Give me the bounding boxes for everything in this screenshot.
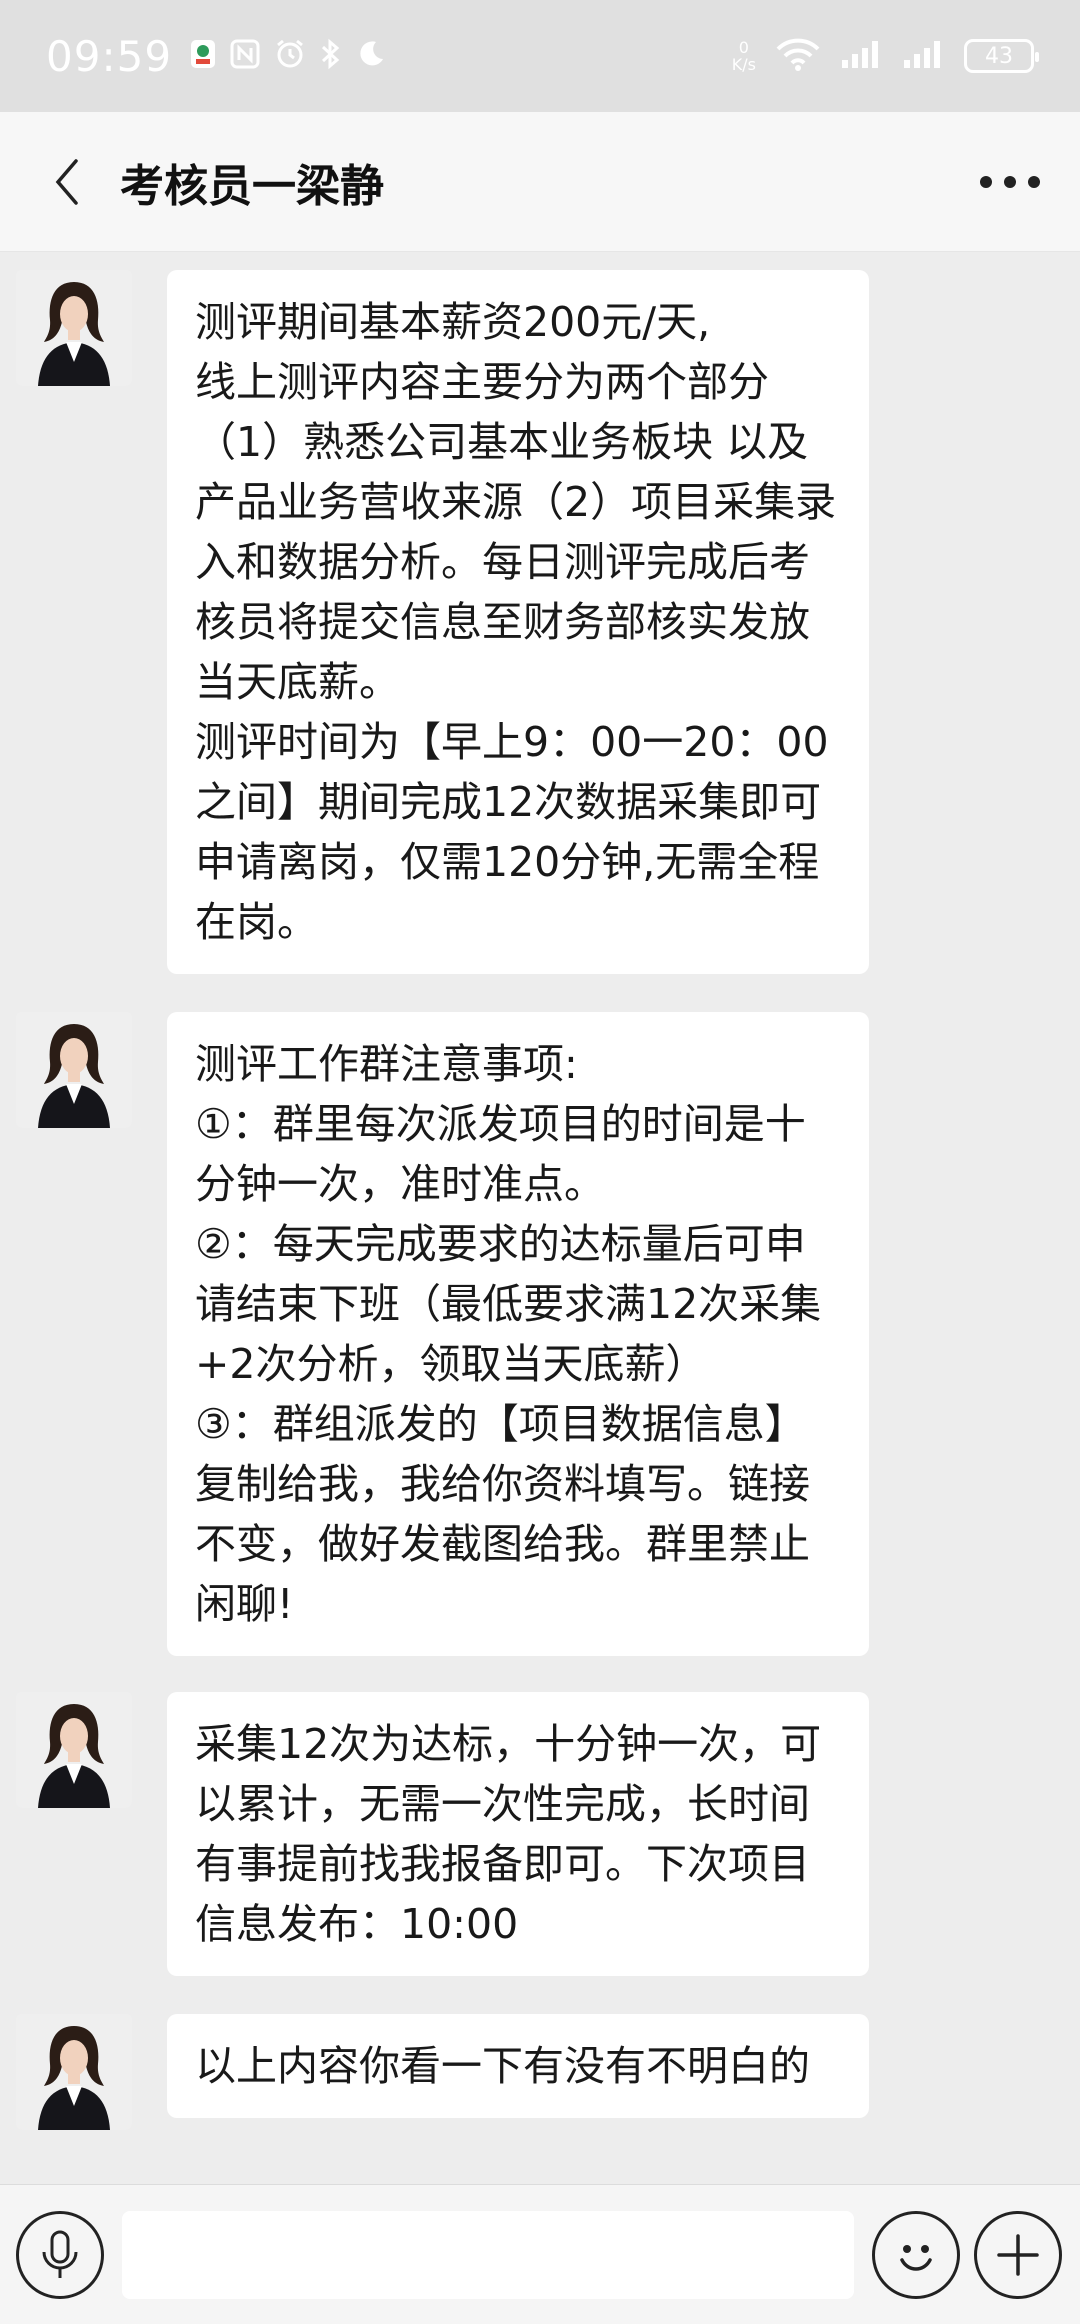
avatar[interactable] xyxy=(16,2014,132,2130)
signal-icon xyxy=(840,38,884,74)
network-speed-unit: K/s xyxy=(731,55,756,74)
voice-button[interactable] xyxy=(16,2211,104,2299)
wifi-icon xyxy=(774,37,822,75)
chat-message-list[interactable]: 测评期间基本薪资200元/天, 线上测评内容主要分为两个部分（1）熟悉公司基本业… xyxy=(0,252,1080,2184)
battery-indicator: 43 xyxy=(964,39,1039,73)
avatar-portrait-icon xyxy=(16,1012,132,1128)
avatar[interactable] xyxy=(16,1692,132,1808)
network-speed-value: 0 xyxy=(738,38,749,57)
status-notification-icons xyxy=(190,38,386,74)
back-icon xyxy=(55,158,78,205)
emoji-icon xyxy=(900,2245,932,2271)
status-bar: 09:59 0 K/s 43 xyxy=(0,0,1080,112)
signal-icon xyxy=(902,38,946,74)
back-button[interactable] xyxy=(22,112,112,252)
microphone-icon xyxy=(42,2230,78,2278)
alarm-icon xyxy=(274,38,306,74)
status-time: 09:59 xyxy=(46,31,173,81)
plus-icon xyxy=(997,2234,1039,2276)
input-bar xyxy=(0,2184,1080,2324)
avatar-portrait-icon xyxy=(16,270,132,386)
avatar-portrait-icon xyxy=(16,1692,132,1808)
message-bubble[interactable]: 采集12次为达标，十分钟一次，可以累计，无需一次性完成，长时间有事提前找我报备即… xyxy=(167,1692,869,1976)
bluetooth-icon xyxy=(320,38,342,74)
message-bubble[interactable]: 测评工作群注意事项: ①：群里每次派发项目的时间是十分钟一次，准时准点。 ②：每… xyxy=(167,1012,869,1656)
avatar[interactable] xyxy=(16,270,132,386)
avatar[interactable] xyxy=(16,1012,132,1128)
chat-header: 考核员一梁静 xyxy=(0,112,1080,252)
message-bubble[interactable]: 测评期间基本薪资200元/天, 线上测评内容主要分为两个部分（1）熟悉公司基本业… xyxy=(167,270,869,974)
message-input[interactable] xyxy=(122,2211,854,2299)
app-icon xyxy=(190,39,216,73)
more-button[interactable] xyxy=(970,142,1050,222)
battery-level: 43 xyxy=(985,43,1013,69)
more-icon xyxy=(980,175,1040,188)
emoji-button[interactable] xyxy=(872,2211,960,2299)
moon-icon xyxy=(356,39,386,73)
more-functions-button[interactable] xyxy=(974,2211,1062,2299)
avatar-portrait-icon xyxy=(16,2014,132,2130)
chat-title: 考核员一梁静 xyxy=(120,160,384,212)
nfc-icon xyxy=(230,39,260,73)
network-speed: 0 K/s xyxy=(732,39,756,73)
status-system-icons: 0 K/s 43 xyxy=(732,37,1039,75)
message-bubble[interactable]: 以上内容你看一下有没有不明白的 xyxy=(167,2014,869,2118)
